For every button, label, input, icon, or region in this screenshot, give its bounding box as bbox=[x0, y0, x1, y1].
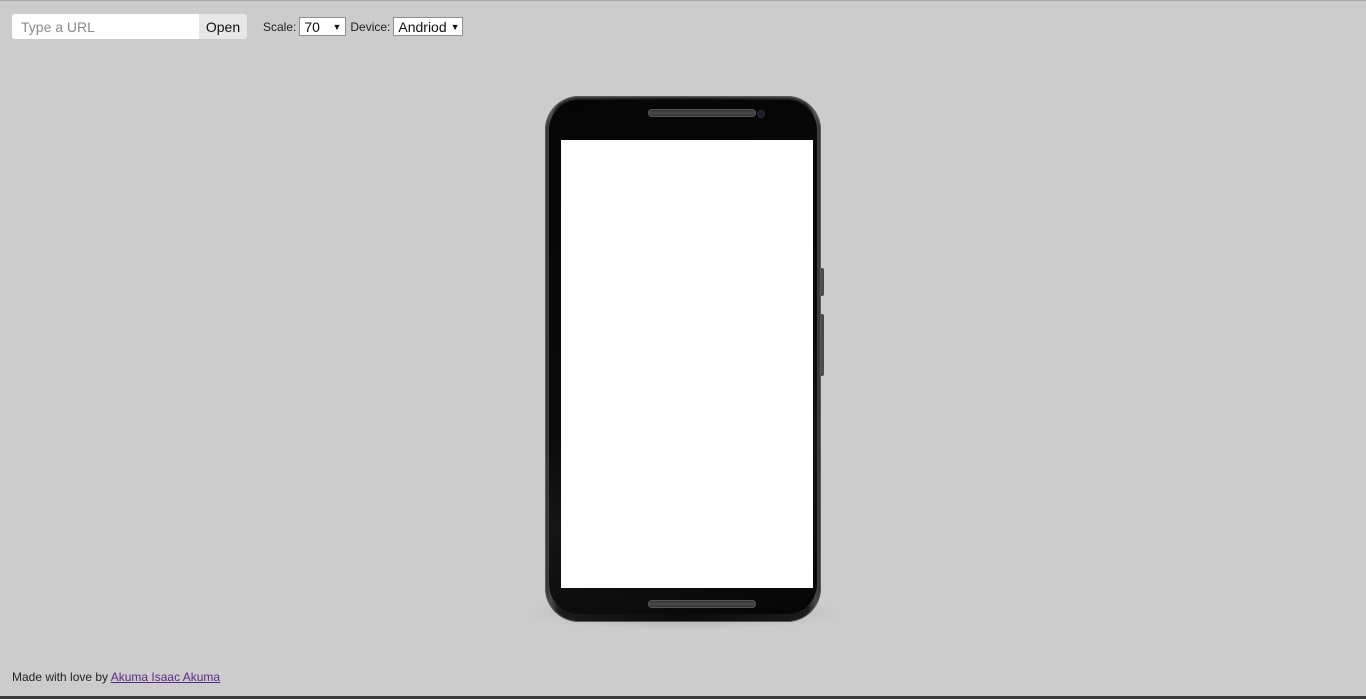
top-speaker-grille bbox=[648, 109, 756, 117]
device-select[interactable]: Andriod ▼ bbox=[393, 17, 464, 36]
footer-text: Made with love by bbox=[12, 670, 109, 684]
caret-down-icon: ▼ bbox=[332, 21, 342, 32]
phone-front-panel bbox=[549, 100, 817, 614]
front-camera bbox=[758, 111, 764, 117]
scale-value: 70 bbox=[304, 18, 320, 35]
footer: Made with love by Akuma Isaac Akuma bbox=[12, 670, 220, 684]
phone-frame bbox=[545, 96, 821, 622]
open-button[interactable]: Open bbox=[199, 14, 247, 39]
bottom-speaker-grille bbox=[648, 600, 756, 608]
scale-label: Scale: bbox=[263, 19, 297, 34]
power-button bbox=[821, 268, 824, 296]
volume-button bbox=[821, 314, 824, 376]
toolbar: Open Scale: 70 ▼ Device: Andriod ▼ bbox=[12, 14, 464, 39]
device-label: Device: bbox=[350, 19, 391, 34]
url-input[interactable] bbox=[12, 14, 199, 39]
device-screen[interactable] bbox=[561, 140, 813, 588]
device-value: Andriod bbox=[398, 18, 447, 35]
scale-select[interactable]: 70 ▼ bbox=[299, 17, 347, 36]
caret-down-icon: ▼ bbox=[450, 21, 460, 32]
top-border bbox=[0, 0, 1366, 1]
author-link[interactable]: Akuma Isaac Akuma bbox=[111, 670, 220, 684]
